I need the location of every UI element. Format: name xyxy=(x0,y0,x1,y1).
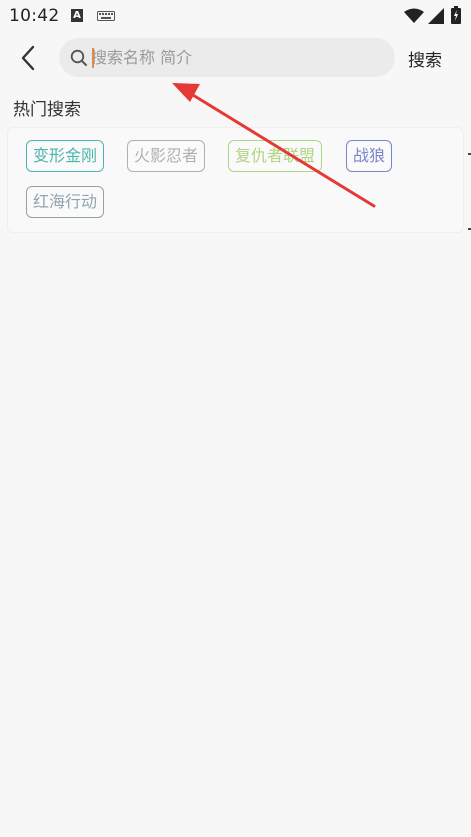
search-box[interactable] xyxy=(59,38,395,77)
hot-tag[interactable]: 复仇者联盟 xyxy=(228,140,323,172)
search-button[interactable]: 搜索 xyxy=(408,45,442,71)
hot-tag[interactable]: 变形金刚 xyxy=(26,140,105,172)
back-button[interactable] xyxy=(14,44,42,72)
status-time: 10:42 xyxy=(9,6,60,26)
app-notification-icon: A xyxy=(71,9,83,22)
chevron-left-icon xyxy=(21,45,35,71)
hot-tag[interactable]: 火影忍者 xyxy=(127,140,206,172)
wifi-icon xyxy=(404,8,424,23)
status-bar: 10:42 A xyxy=(0,0,471,32)
hot-search-title: 热门搜索 xyxy=(13,100,81,120)
search-icon xyxy=(70,49,87,66)
hot-tag[interactable]: 红海行动 xyxy=(26,186,105,218)
search-input[interactable] xyxy=(91,38,381,77)
signal-icon xyxy=(428,8,444,24)
battery-icon xyxy=(451,6,461,24)
annotation-arrow xyxy=(172,83,376,208)
hot-tag[interactable]: 战狼 xyxy=(346,140,393,172)
text-caret xyxy=(92,48,94,68)
keyboard-icon xyxy=(97,11,115,21)
